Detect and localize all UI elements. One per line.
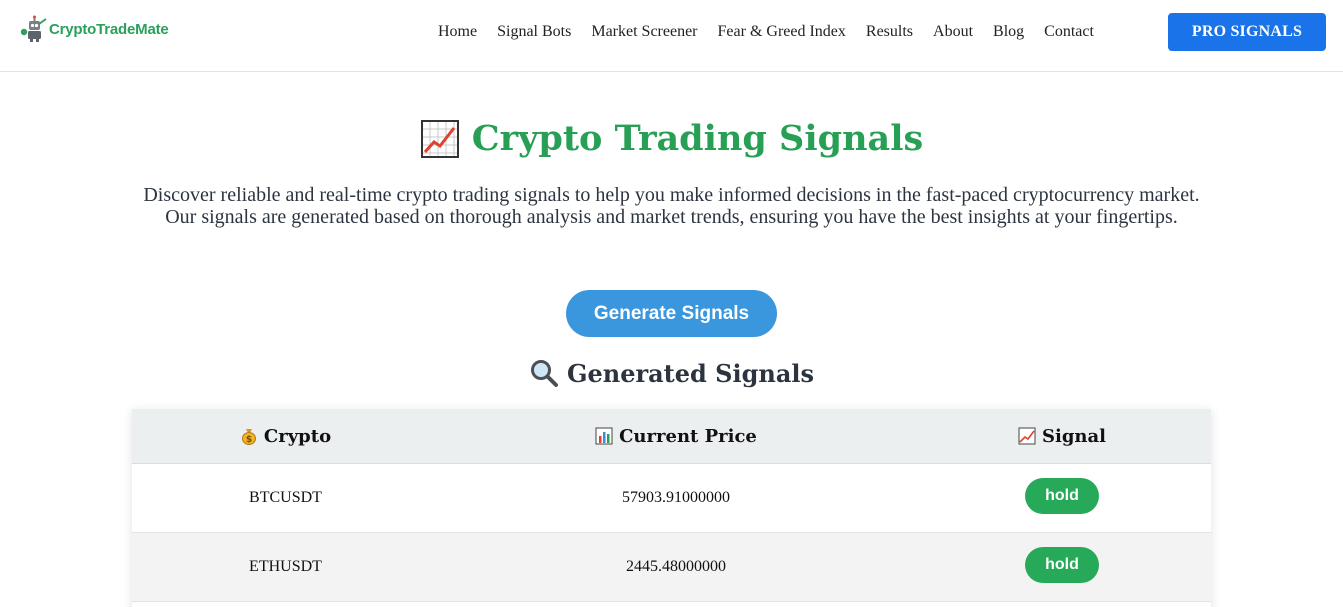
page-title: Crypto Trading Signals	[471, 118, 924, 159]
nav-home[interactable]: Home	[438, 23, 477, 41]
magnifier-icon	[530, 360, 558, 387]
table-row: ETHUSDT 2445.48000000 hold	[132, 533, 1211, 602]
money-bag-icon: $	[241, 429, 256, 445]
pro-signals-button[interactable]: PRO SIGNALS	[1168, 13, 1326, 51]
nav-blog[interactable]: Blog	[993, 23, 1024, 41]
site-header: CryptoTradeMate Home Signal Bots Market …	[0, 0, 1343, 72]
generate-signals-button[interactable]: Generate Signals	[566, 290, 777, 337]
section-title: Generated Signals	[566, 358, 815, 388]
page-description: Discover reliable and real-time crypto t…	[143, 184, 1200, 228]
nav-results[interactable]: Results	[866, 23, 913, 41]
nav-fear-greed-index[interactable]: Fear & Greed Index	[718, 23, 846, 41]
logo-text: CryptoTradeMate	[49, 20, 169, 38]
chart-increasing-icon	[420, 119, 459, 158]
signals-table: $ Crypto Current Price Signal BTCUSDT 57…	[132, 409, 1211, 607]
price-cell: 57903.91000000	[622, 489, 730, 506]
bar-chart-icon	[595, 427, 613, 445]
nav-market-screener[interactable]: Market Screener	[591, 23, 697, 41]
nav-signal-bots[interactable]: Signal Bots	[497, 23, 571, 41]
table-header: $ Crypto Current Price Signal	[132, 409, 1211, 464]
column-header-label: Current Price	[619, 425, 757, 447]
crypto-cell: BTCUSDT	[249, 489, 322, 506]
column-header-current-price[interactable]: Current Price	[439, 426, 913, 447]
section-title-row: Generated Signals	[0, 358, 1343, 388]
signal-cell: hold	[913, 547, 1211, 583]
signal-badge: hold	[1025, 478, 1099, 514]
crypto-cell: ETHUSDT	[249, 558, 322, 575]
column-header-label: Signal	[1041, 425, 1106, 447]
table-row: BTCUSDT 57903.91000000 hold	[132, 464, 1211, 533]
chart-increasing-icon	[1018, 427, 1036, 445]
column-header-crypto[interactable]: $ Crypto	[132, 426, 439, 447]
main-nav: Home Signal Bots Market Screener Fear & …	[428, 20, 1104, 44]
price-cell: 2445.48000000	[626, 558, 726, 575]
column-header-label: Crypto	[263, 425, 332, 447]
signal-cell: hold	[913, 478, 1211, 514]
column-header-signal[interactable]: Signal	[913, 426, 1211, 447]
page-title-row: Crypto Trading Signals	[0, 118, 1343, 159]
signal-badge: hold	[1025, 547, 1099, 583]
nav-contact[interactable]: Contact	[1044, 23, 1094, 41]
robot-logo-icon	[20, 15, 47, 42]
nav-about[interactable]: About	[933, 23, 973, 41]
logo[interactable]: CryptoTradeMate	[20, 14, 169, 44]
svg-text:$: $	[246, 435, 252, 445]
